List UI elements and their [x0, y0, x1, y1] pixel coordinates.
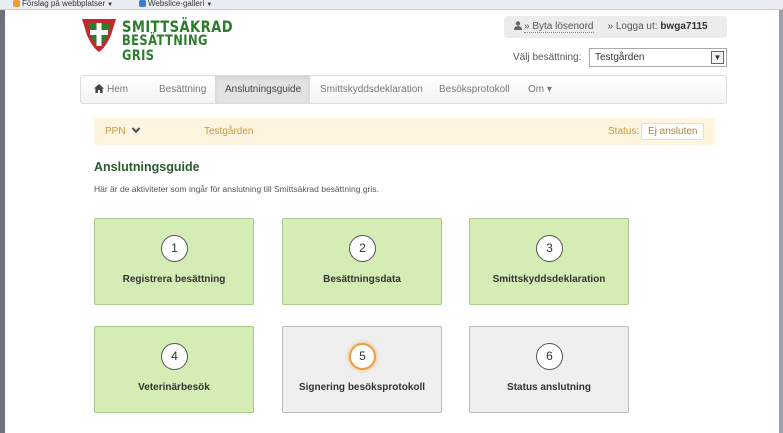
step-label: Besättningsdata [323, 274, 401, 285]
step-number: 4 [161, 343, 188, 370]
favorite-suggested-sites[interactable]: Förslag på webbplatser ▼ [13, 0, 114, 9]
page-description: Här är de aktiviteter som ingår för ansl… [94, 184, 379, 194]
step-number: 6 [536, 343, 563, 370]
logo-line2: BESÄTTNING GRIS [122, 33, 208, 64]
step-label: Smittskyddsdeklaration [492, 274, 606, 285]
logo-text: SMITTSÄKRAD BESÄTTNING GRIS [122, 19, 257, 64]
user-icon [514, 21, 522, 30]
step-tile-2[interactable]: 2 Besättningsdata [282, 218, 442, 305]
home-icon [94, 84, 104, 93]
window-scrollbar[interactable] [779, 10, 783, 433]
step-tile-3[interactable]: 3 Smittskyddsdeklaration [469, 218, 629, 305]
favorite-webslice-gallery[interactable]: Webslice-galleri ▼ [139, 0, 213, 9]
step-label: Registrera besättning [122, 274, 226, 285]
shield-logo-icon [82, 19, 116, 52]
chevron-down-icon: ▼ [107, 2, 114, 8]
step-tile-4[interactable]: 4 Veterinärbesök [94, 326, 254, 413]
favorite-webslice-gallery-label: Webslice-galleri [148, 0, 205, 8]
star-icon [13, 0, 20, 8]
nav-item-herd-label: Besättning [159, 84, 207, 95]
nav-item-disease-control-declaration[interactable]: Smittskyddsdeklaration [320, 76, 423, 103]
herd-select[interactable]: Testgården ▼ [589, 48, 727, 67]
favorites-bar: Förslag på webbplatser ▼ Webslice-galleri… [0, 0, 783, 10]
ppn-label: PPN [105, 126, 126, 137]
nav-item-visit-protocol-label: Besöksprotokoll [439, 84, 510, 95]
account-bar: » Byta lösenord » Logga ut: bwga7115 [504, 16, 727, 38]
nav-item-connection-guide[interactable]: Anslutningsguide [215, 76, 310, 103]
nav-item-visit-protocol[interactable]: Besöksprotokoll [439, 76, 510, 103]
nav-item-home-label: Hem [107, 84, 129, 95]
step-number: 1 [161, 235, 188, 262]
status-badge: Ej ansluten [641, 123, 705, 140]
step-number: 2 [349, 235, 376, 262]
change-password-link[interactable]: » Byta lösenord [524, 21, 594, 33]
nav-item-herd[interactable]: Besättning [159, 76, 206, 103]
herd-select-value: Testgården [595, 52, 645, 63]
herd-status-strip: PPN Testgården Status: Ej ansluten [94, 118, 715, 145]
username: bwga7115 [660, 21, 708, 32]
nav-item-home[interactable]: Hem [94, 76, 128, 103]
logo-line1: SMITTSÄKRAD [122, 17, 234, 36]
ppn-dropdown[interactable]: PPN [105, 118, 141, 145]
nav-item-about-label: Om [528, 84, 545, 95]
strip-herd-name: Testgården [204, 126, 254, 137]
logout-link[interactable]: » Logga ut: bwga7115 [608, 21, 708, 32]
step-number: 3 [536, 235, 563, 262]
nav-item-about[interactable]: Om ▾ [528, 76, 552, 103]
herd-select-label: Välj besättning: [513, 52, 582, 63]
nav-item-connection-guide-label: Anslutningsguide [225, 84, 302, 95]
step-label: Status anslutning [507, 382, 591, 393]
nav-item-disease-control-declaration-label: Smittskyddsdeklaration [320, 84, 423, 95]
main-nav: Hem Besättning Anslutningsguide Smittsky… [80, 75, 727, 104]
step-label: Veterinärbesök [138, 382, 210, 393]
logout-label: » Logga ut: [607, 21, 661, 32]
window-border-left [0, 10, 5, 433]
page-title: Anslutningsguide [94, 160, 200, 174]
ie-icon [139, 0, 146, 8]
step-tile-1[interactable]: 1 Registrera besättning [94, 218, 254, 305]
chevron-down-icon: ▼ [206, 2, 213, 8]
chevron-down-icon[interactable]: ▼ [711, 51, 724, 64]
step-number: 5 [349, 343, 376, 370]
chevron-down-icon: ▾ [546, 84, 552, 95]
step-label: Signering besöksprotokoll [298, 382, 426, 393]
step-tile-5[interactable]: 5 Signering besöksprotokoll [282, 326, 442, 413]
step-tile-6[interactable]: 6 Status anslutning [469, 326, 629, 413]
chevron-down-icon [132, 127, 141, 134]
favorite-suggested-sites-label: Förslag på webbplatser [22, 0, 106, 8]
status-label: Status: [608, 126, 640, 137]
